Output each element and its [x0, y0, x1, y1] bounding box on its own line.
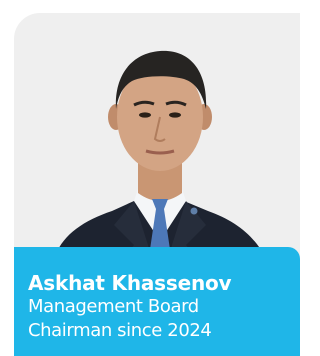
- person-role-line-1: Management Board: [28, 296, 199, 317]
- caption-box: Askhat Khassenov Management Board Chairm…: [14, 247, 300, 356]
- person-name: Askhat Khassenov: [28, 271, 232, 295]
- person-role-line-2: Chairman since 2024: [28, 320, 212, 341]
- profile-card: Askhat Khassenov Management Board Chairm…: [14, 13, 300, 356]
